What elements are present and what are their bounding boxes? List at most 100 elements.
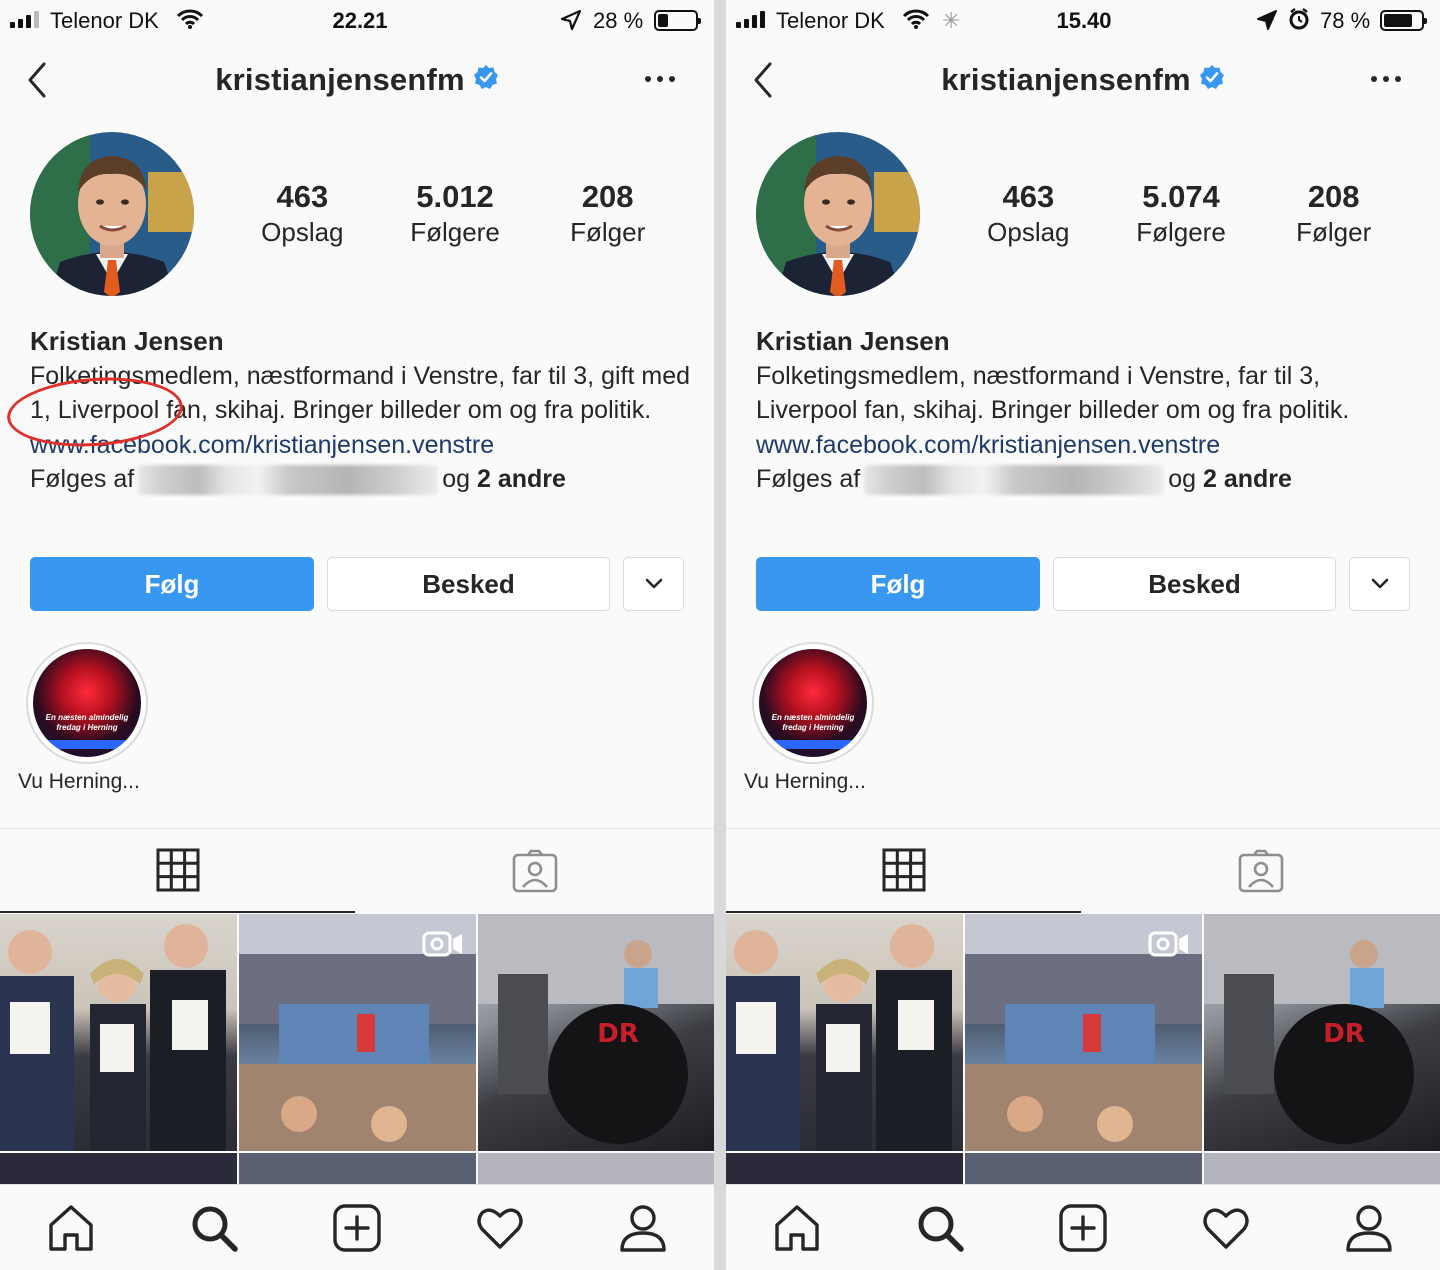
- post-thumbnail[interactable]: [239, 1153, 476, 1186]
- profile-bio: Kristian Jensen Folketingsmedlem, næstfo…: [30, 324, 690, 497]
- followers-count-stat[interactable]: 5.074 Følgere: [1105, 178, 1258, 248]
- followers-count-stat[interactable]: 5.012 Følgere: [379, 178, 532, 248]
- location-arrow-icon: [1256, 9, 1278, 37]
- battery-icon: [654, 10, 701, 31]
- highlight-label: Vu Herning...: [744, 770, 866, 793]
- nav-profile[interactable]: [1344, 1203, 1394, 1253]
- verified-badge-icon: [473, 62, 499, 98]
- nav-profile[interactable]: [618, 1203, 668, 1253]
- following-count: 208: [1307, 179, 1360, 214]
- signal-strength-icon: [736, 10, 765, 28]
- signal-strength-icon: [10, 10, 39, 28]
- profile-bio: Kristian Jensen Folketingsmedlem, næstfo…: [756, 324, 1416, 497]
- posts-count: 463: [1002, 179, 1055, 214]
- post-thumbnail[interactable]: [0, 1153, 237, 1186]
- post-thumbnail[interactable]: [726, 914, 963, 1151]
- highlight-overlay-text: En næsten almindelig fredag i Herning: [45, 713, 129, 732]
- svg-text:DR: DR: [597, 1019, 639, 1049]
- tab-tagged[interactable]: [1083, 829, 1438, 913]
- suggested-dropdown-button[interactable]: [623, 557, 684, 611]
- profile-username: kristianjensenfm: [0, 62, 714, 98]
- video-icon: [1148, 931, 1188, 957]
- profile-actions: Følg Besked: [30, 557, 684, 611]
- nav-search[interactable]: [915, 1203, 965, 1253]
- following-count-stat[interactable]: 208 Følger: [1257, 178, 1410, 248]
- tagged-icon: [512, 849, 557, 893]
- follow-button[interactable]: Følg: [30, 557, 314, 611]
- more-options-button[interactable]: [1370, 64, 1402, 94]
- search-icon: [918, 1206, 964, 1252]
- more-icon: [1371, 76, 1401, 82]
- nav-add-post[interactable]: [1058, 1203, 1108, 1253]
- add-post-icon: [333, 1204, 381, 1252]
- tab-grid[interactable]: [726, 829, 1081, 913]
- posts-label: Opslag: [987, 217, 1070, 247]
- suggested-dropdown-button[interactable]: [1349, 557, 1410, 611]
- post-thumbnail[interactable]: DR: [1204, 914, 1440, 1151]
- post-thumbnail[interactable]: DR: [478, 914, 714, 1151]
- add-post-icon: [1059, 1204, 1107, 1252]
- post-thumbnail[interactable]: [726, 1153, 963, 1186]
- posts-label: Opslag: [261, 217, 344, 247]
- bio-website-link[interactable]: www.facebook.com/kristianjensen.venstre: [756, 428, 1416, 463]
- location-arrow-icon: [560, 9, 582, 37]
- highlight-overlay-text: En næsten almindelig fredag i Herning: [771, 713, 855, 732]
- following-count: 208: [581, 179, 634, 214]
- bio-website-link[interactable]: www.facebook.com/kristianjensen.venstre: [30, 428, 690, 463]
- profile-avatar[interactable]: [756, 132, 920, 296]
- follow-button[interactable]: Følg: [756, 557, 1040, 611]
- nav-add-post[interactable]: [332, 1203, 382, 1253]
- carrier-name: Telenor DK: [50, 8, 159, 33]
- profile-username: kristianjensenfm: [726, 62, 1440, 98]
- nav-home[interactable]: [772, 1203, 822, 1253]
- highlight-cover-image: En næsten almindelig fredag i Herning: [33, 649, 141, 757]
- post-thumbnail[interactable]: [0, 914, 237, 1151]
- followed-by-others: 2 andre: [1202, 465, 1292, 493]
- profile-avatar[interactable]: [30, 132, 194, 296]
- nav-activity[interactable]: [1201, 1203, 1251, 1253]
- carrier-name: Telenor DK: [776, 8, 885, 33]
- following-label: Følger: [1296, 217, 1372, 247]
- username-text: kristianjensenfm: [215, 62, 465, 97]
- tab-grid[interactable]: [0, 829, 355, 913]
- chevron-down-icon: [1371, 578, 1388, 589]
- home-icon: [49, 1205, 93, 1251]
- post-thumbnail[interactable]: [965, 1153, 1202, 1186]
- post-grid: DR: [0, 914, 714, 1186]
- posts-count-stat[interactable]: 463 Opslag: [226, 178, 379, 248]
- clock: 22.21: [332, 8, 388, 33]
- highlight-cover-image: En næsten almindelig fredag i Herning: [759, 649, 867, 757]
- chevron-down-icon: [645, 578, 662, 589]
- highlight-ring: En næsten almindelig fredag i Herning: [752, 642, 874, 764]
- message-button[interactable]: Besked: [327, 557, 610, 611]
- post-thumbnail[interactable]: [1204, 1153, 1440, 1186]
- followers-label: Følgere: [410, 217, 500, 247]
- nav-home[interactable]: [46, 1203, 96, 1253]
- message-button[interactable]: Besked: [1053, 557, 1336, 611]
- story-highlight[interactable]: En næsten almindelig fredag i Herning Vu …: [18, 642, 148, 793]
- profile-header: kristianjensenfm: [0, 52, 714, 108]
- battery-icon: [1380, 10, 1427, 31]
- post-thumbnail[interactable]: [239, 914, 476, 1151]
- following-count-stat[interactable]: 208 Følger: [531, 178, 684, 248]
- story-highlight[interactable]: En næsten almindelig fredag i Herning Vu …: [744, 642, 874, 793]
- wifi-icon: [176, 8, 204, 36]
- tab-tagged[interactable]: [357, 829, 712, 913]
- more-options-button[interactable]: [644, 64, 676, 94]
- profile-stats: 463 Opslag 5.012 Følgere 208 Følger: [226, 178, 684, 248]
- post-thumbnail[interactable]: [965, 914, 1202, 1151]
- nav-activity[interactable]: [475, 1203, 525, 1253]
- post-thumbnail[interactable]: [478, 1153, 714, 1186]
- nav-search[interactable]: [189, 1203, 239, 1253]
- followed-by-line[interactable]: Følges af og 2 andre: [756, 462, 1416, 497]
- alarm-icon: [1288, 8, 1310, 36]
- profile-actions: Følg Besked: [756, 557, 1410, 611]
- profile-icon: [620, 1205, 666, 1252]
- followed-by-line[interactable]: Følges af og 2 andre: [30, 462, 690, 497]
- followed-by-others: 2 andre: [476, 465, 566, 493]
- bottom-navigation: [726, 1184, 1440, 1270]
- verified-badge-icon: [1199, 62, 1225, 98]
- posts-count-stat[interactable]: 463 Opslag: [952, 178, 1105, 248]
- svg-text:DR: DR: [1323, 1019, 1365, 1049]
- profile-stats: 463 Opslag 5.074 Følgere 208 Følger: [952, 178, 1410, 248]
